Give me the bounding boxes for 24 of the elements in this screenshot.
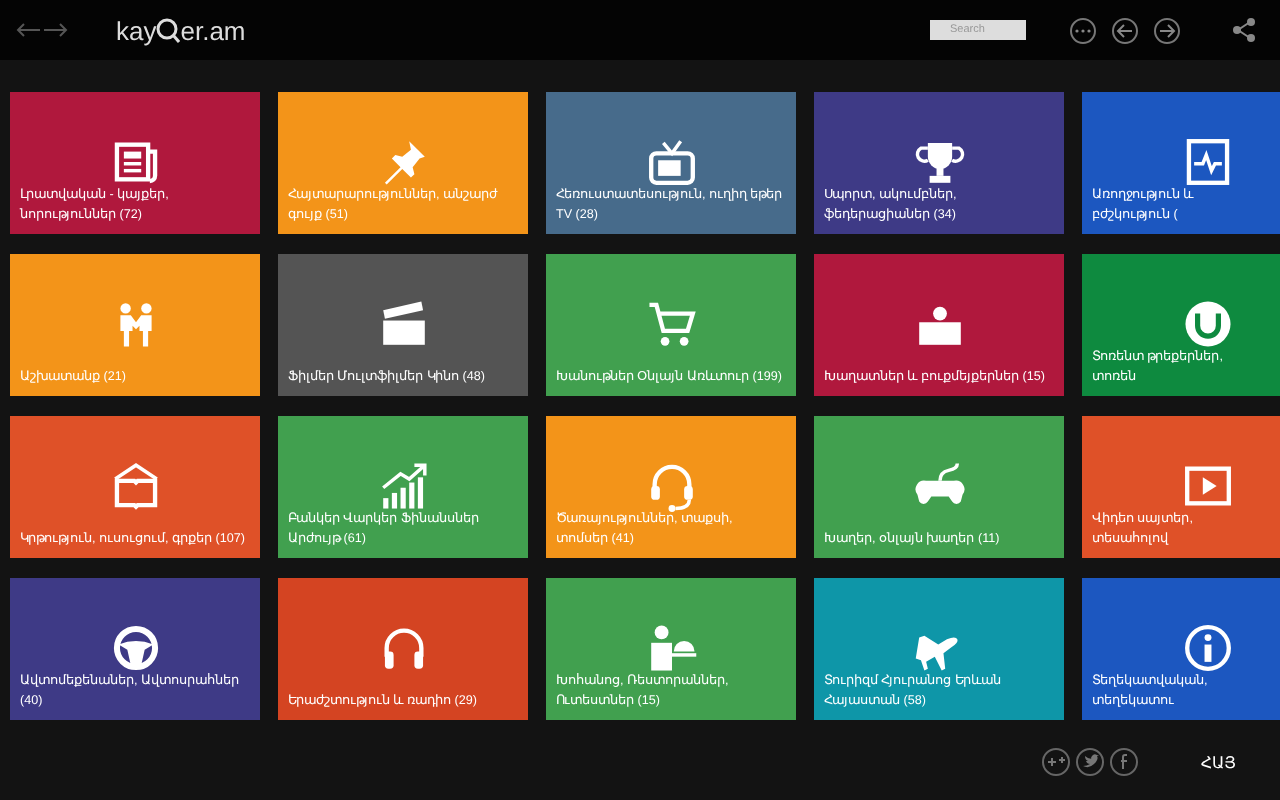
right-arrow-icon [1158, 21, 1176, 39]
google-plus-icon[interactable] [1042, 748, 1071, 776]
clapperboard-icon [377, 298, 429, 350]
language-link[interactable]: ՀԱՅ [1200, 753, 1236, 771]
more-button[interactable] [1070, 17, 1096, 43]
rising-chart-icon [377, 460, 429, 512]
share-icon[interactable] [1232, 18, 1256, 42]
heart-monitor-icon [1181, 136, 1233, 188]
left-arrow-icon [1116, 21, 1134, 39]
twitter-bird-icon[interactable] [1076, 748, 1105, 776]
logo-text[interactable]: er.am [180, 15, 246, 45]
torrent-logo-icon [1181, 298, 1233, 350]
waiter-icon [645, 622, 697, 674]
headset-icon [645, 460, 697, 512]
info-icon [1181, 622, 1233, 674]
magnifier-icon [156, 17, 181, 43]
tv-icon [645, 136, 697, 188]
back-forward-arrows-icon[interactable] [16, 20, 68, 40]
forward-button[interactable] [1154, 17, 1180, 43]
shopping-cart-icon [645, 298, 697, 350]
steering-wheel-icon [109, 622, 161, 674]
back-button[interactable] [1112, 17, 1138, 43]
facebook-icon[interactable] [1110, 748, 1139, 776]
logo-text[interactable]: kay [116, 15, 157, 45]
